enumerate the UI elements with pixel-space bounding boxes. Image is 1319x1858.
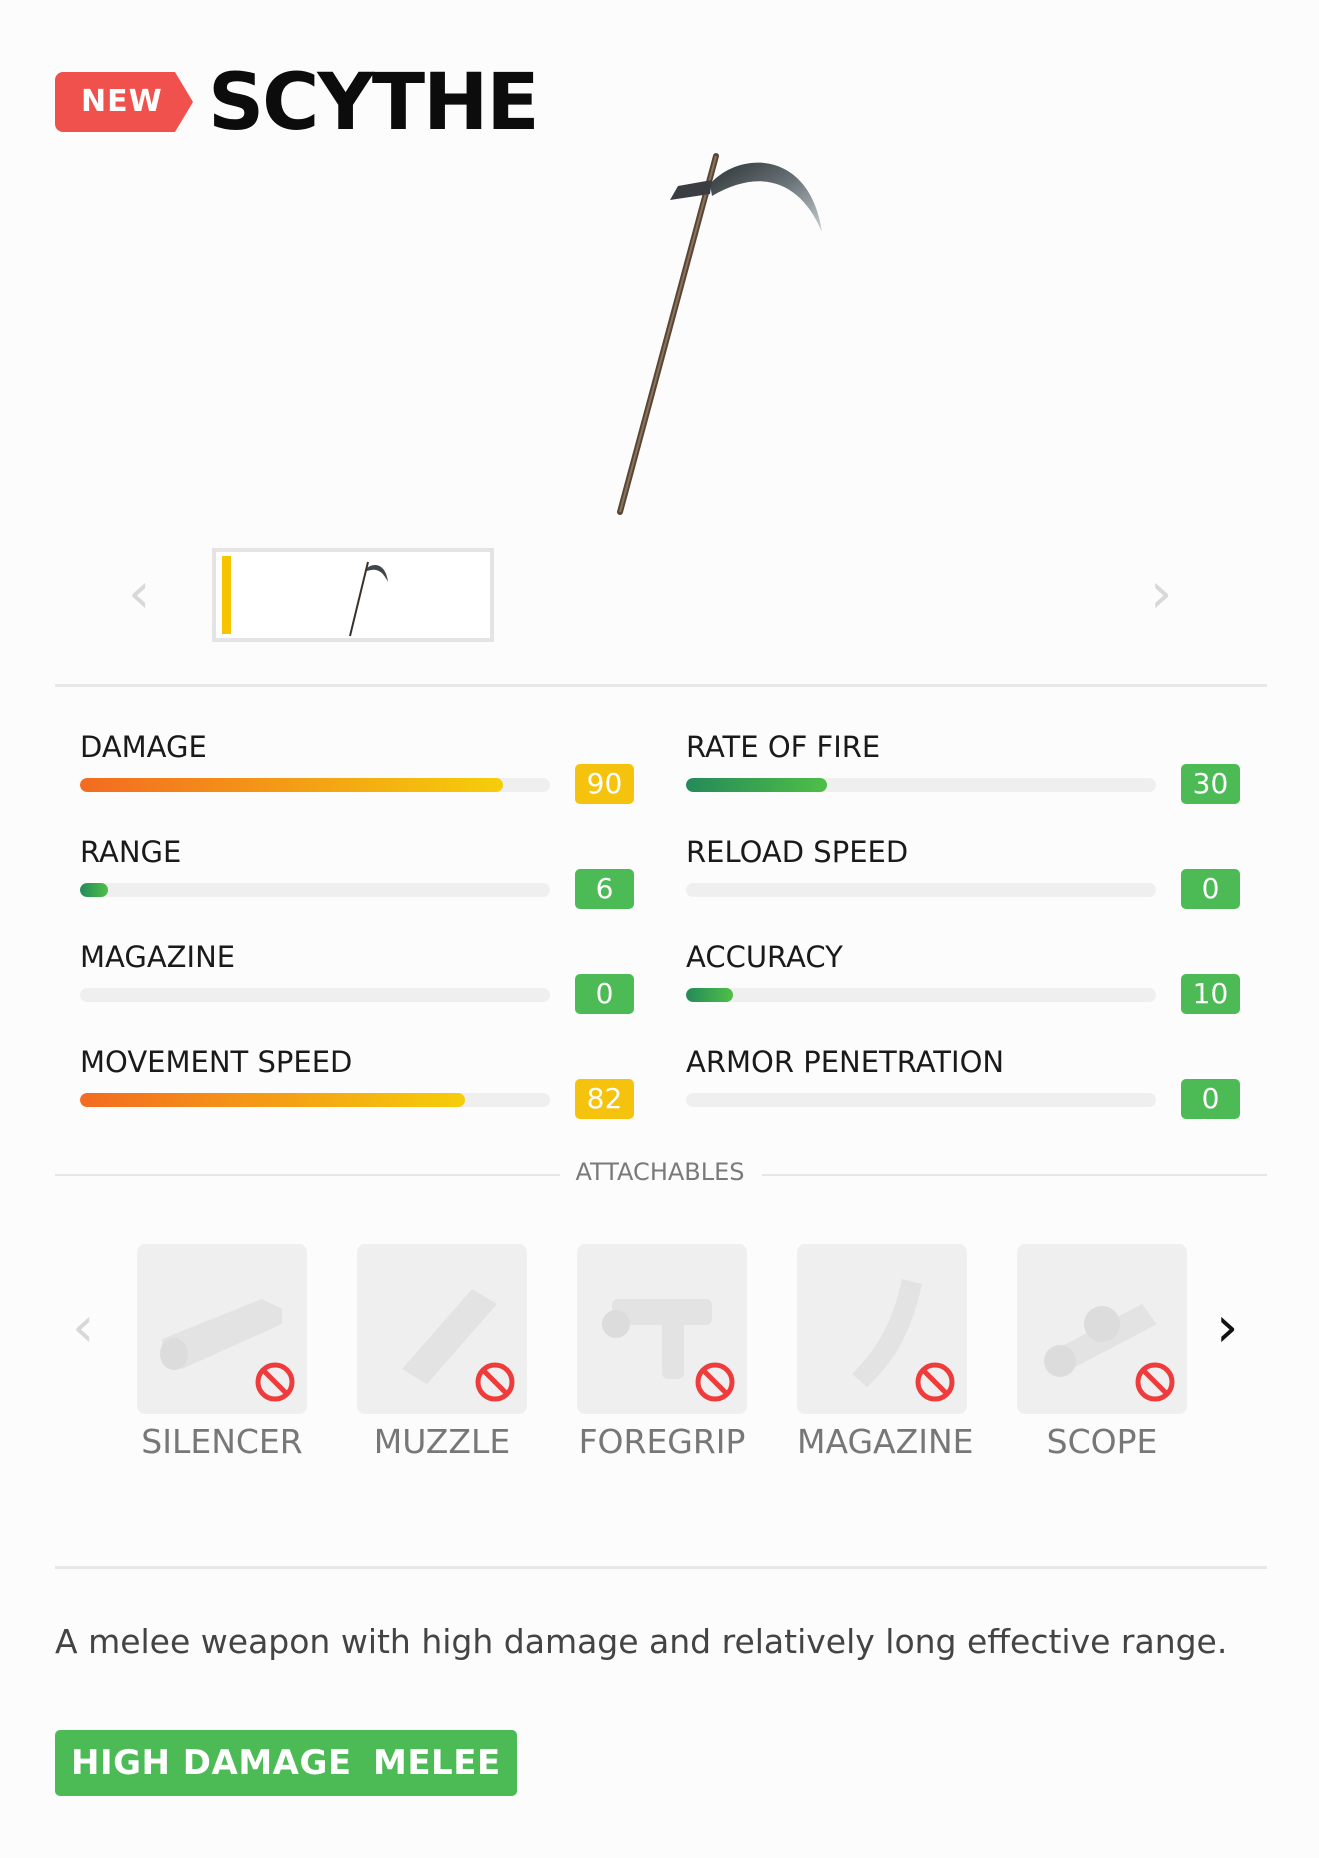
tag-high-damage: HIGH DAMAGE <box>55 1730 368 1796</box>
tag-melee: MELEE <box>357 1730 517 1796</box>
divider <box>762 1174 1267 1176</box>
attachable-label: SILENCER <box>141 1422 303 1461</box>
stat-bar <box>80 883 550 897</box>
unavailable-icon <box>695 1362 735 1402</box>
thumbnail-scythe[interactable] <box>212 548 494 642</box>
stat-value: 82 <box>575 1079 634 1119</box>
attachable-label: MUZZLE <box>373 1422 511 1461</box>
stat-bar-fill <box>686 988 733 1002</box>
stat-armor-penetration: ARMOR PENETRATION 0 <box>686 1045 1246 1145</box>
attachable-foregrip[interactable]: FOREGRIP <box>577 1244 747 1461</box>
stat-range: RANGE 6 <box>80 835 640 935</box>
stat-bar <box>80 778 550 792</box>
thumbnail-selected-indicator <box>222 556 231 634</box>
attachables-heading: ATTACHABLES <box>575 1158 745 1186</box>
stat-label: RELOAD SPEED <box>686 835 909 869</box>
unavailable-icon <box>255 1362 295 1402</box>
stat-label: RANGE <box>80 835 182 869</box>
stat-value: 0 <box>1181 869 1240 909</box>
stat-value: 0 <box>575 974 634 1014</box>
stat-value: 90 <box>575 764 634 804</box>
stat-bar <box>80 1093 550 1107</box>
stat-label: MAGAZINE <box>80 940 236 974</box>
attachables-next-button[interactable]: › <box>1216 1300 1238 1356</box>
gallery-prev-button[interactable]: ‹ <box>128 566 150 622</box>
stat-value: 10 <box>1181 974 1240 1014</box>
divider <box>55 684 1267 687</box>
weapon-image <box>560 140 880 520</box>
weapon-title: SCYTHE <box>208 58 540 148</box>
stat-label: ACCURACY <box>686 940 843 974</box>
stat-bar <box>686 778 1156 792</box>
stat-bar <box>686 988 1156 1002</box>
unavailable-icon <box>915 1362 955 1402</box>
stat-movement-speed: MOVEMENT SPEED 82 <box>80 1045 640 1145</box>
stat-value: 6 <box>575 869 634 909</box>
attachable-magazine[interactable]: MAGAZINE <box>797 1244 974 1461</box>
attachable-label: FOREGRIP <box>578 1422 746 1461</box>
unavailable-icon <box>1135 1362 1175 1402</box>
attachable-muzzle[interactable]: MUZZLE <box>357 1244 527 1461</box>
stat-accuracy: ACCURACY 10 <box>686 940 1246 1040</box>
unavailable-icon <box>475 1362 515 1402</box>
stat-bar-fill <box>80 778 503 792</box>
divider <box>55 1174 560 1176</box>
stat-bar-fill <box>80 1093 466 1107</box>
stat-value: 30 <box>1181 764 1240 804</box>
stat-magazine: MAGAZINE 0 <box>80 940 640 1040</box>
stat-bar <box>686 883 1156 897</box>
stat-bar <box>686 1093 1156 1107</box>
thumbnail-image <box>349 561 388 637</box>
attachable-silencer[interactable]: SILENCER <box>137 1244 307 1461</box>
weapon-description: A melee weapon with high damage and rela… <box>55 1622 1228 1661</box>
new-badge: NEW <box>55 72 193 132</box>
stat-rate-of-fire: RATE OF FIRE 30 <box>686 730 1246 830</box>
stat-label: MOVEMENT SPEED <box>80 1045 353 1079</box>
attachable-label: SCOPE <box>1046 1422 1158 1461</box>
attachable-scope[interactable]: SCOPE <box>1017 1244 1187 1461</box>
stat-reload-speed: RELOAD SPEED 0 <box>686 835 1246 935</box>
attachable-label: MAGAZINE <box>797 1422 974 1461</box>
stat-damage: DAMAGE 90 <box>80 730 640 830</box>
divider <box>55 1566 1267 1569</box>
stat-value: 0 <box>1181 1079 1240 1119</box>
gallery-next-button[interactable]: › <box>1150 566 1172 622</box>
stat-bar-fill <box>686 778 827 792</box>
stat-bar-fill <box>80 883 109 897</box>
stat-label: DAMAGE <box>80 730 207 764</box>
stat-label: RATE OF FIRE <box>686 730 881 764</box>
stat-label: ARMOR PENETRATION <box>686 1045 1005 1079</box>
attachables-prev-button[interactable]: ‹ <box>72 1300 94 1356</box>
stat-bar <box>80 988 550 1002</box>
